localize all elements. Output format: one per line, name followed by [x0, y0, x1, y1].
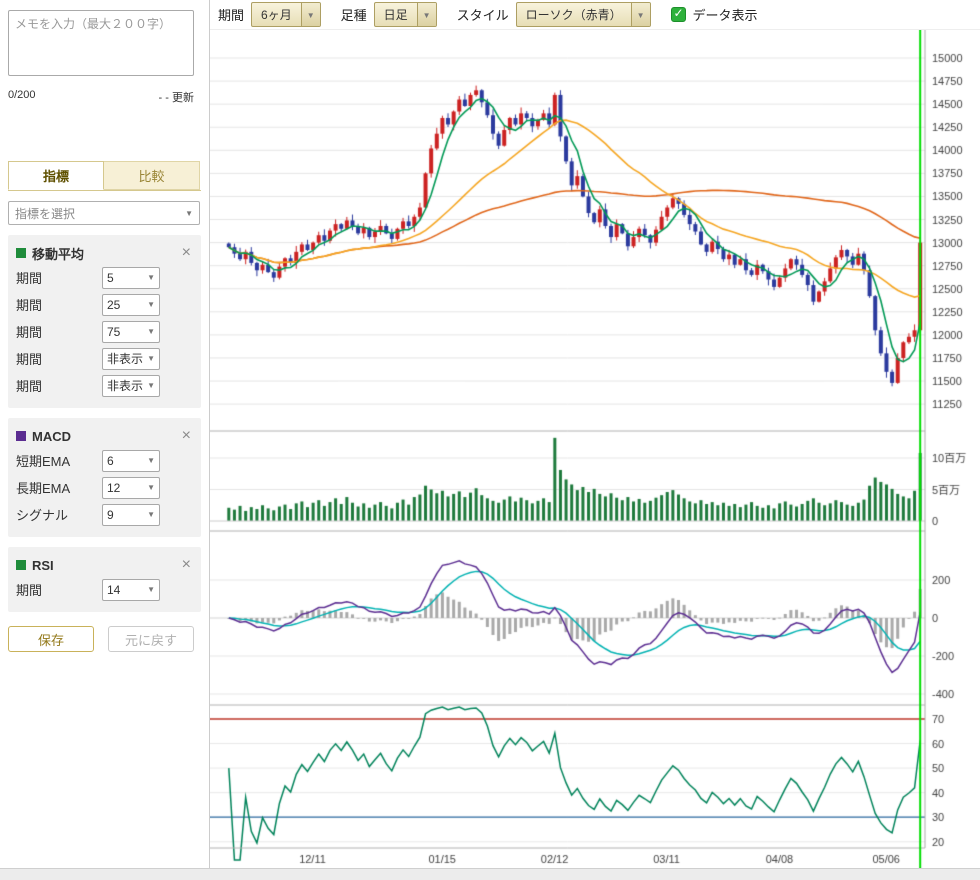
chevron-down-icon	[637, 11, 645, 20]
param-label: 期間	[16, 322, 102, 341]
chevron-down-icon	[147, 327, 155, 336]
param-label: 短期EMA	[16, 451, 102, 470]
ma-period-1-select[interactable]: 5	[102, 267, 160, 289]
ma-period-3-select[interactable]: 75	[102, 321, 160, 343]
macd-long-ema-select[interactable]: 12	[102, 477, 160, 499]
chevron-down-icon	[147, 273, 155, 282]
panel-title: 移動平均	[32, 244, 180, 263]
period-dropdown[interactable]: 6ヶ月	[251, 2, 321, 27]
chevron-down-icon	[423, 11, 431, 20]
chevron-down-icon	[147, 510, 155, 519]
data-display-checkbox[interactable]	[671, 7, 686, 22]
chevron-down-icon	[147, 483, 155, 492]
sidebar-tabs: 指標 比較	[8, 161, 201, 191]
bottom-scroll-strip[interactable]	[0, 868, 980, 880]
panel-rsi: RSI 期間 14	[8, 547, 201, 612]
ma-color-swatch-icon	[16, 248, 26, 258]
stock-chart-canvas[interactable]	[210, 30, 980, 880]
param-label: 期間	[16, 268, 102, 287]
panel-moving-average: 移動平均 期間 5 期間 25 期間 75 期間 非表示 期間 非表示	[8, 235, 201, 408]
chevron-down-icon	[147, 300, 155, 309]
rsi-period-select[interactable]: 14	[102, 579, 160, 601]
panel-title: MACD	[32, 429, 180, 444]
macd-short-ema-select[interactable]: 6	[102, 450, 160, 472]
chevron-down-icon	[147, 585, 155, 594]
rsi-color-swatch-icon	[16, 560, 26, 570]
style-dropdown[interactable]: ローソク（赤青）	[516, 2, 651, 27]
bartype-label: 足種	[341, 5, 367, 24]
param-label: 期間	[16, 349, 102, 368]
bartype-dropdown[interactable]: 日足	[374, 2, 437, 27]
chevron-down-icon	[147, 456, 155, 465]
reset-button[interactable]: 元に戻す	[108, 626, 194, 652]
ma-period-5-select[interactable]: 非表示	[102, 375, 160, 397]
param-label: 長期EMA	[16, 478, 102, 497]
panel-macd: MACD 短期EMA 6 長期EMA 12 シグナル 9	[8, 418, 201, 537]
chevron-down-icon	[147, 354, 155, 363]
chart-toolbar: 期間 6ヶ月 足種 日足 スタイル ローソク（赤青） データ表示	[210, 0, 980, 30]
sidebar: 0/200 - - 更新 指標 比較 指標を選択 移動平均 期間 5 期間 25…	[0, 0, 210, 880]
memo-counter: 0/200	[8, 89, 36, 105]
close-icon[interactable]	[180, 558, 193, 572]
memo-update-label[interactable]: - - 更新	[159, 89, 194, 105]
period-label: 期間	[218, 5, 244, 24]
panel-title: RSI	[32, 558, 180, 573]
indicator-select-placeholder: 指標を選択	[15, 205, 75, 222]
memo-input[interactable]	[8, 10, 194, 76]
data-display-label: データ表示	[693, 5, 758, 24]
macd-signal-select[interactable]: 9	[102, 504, 160, 526]
stock-chart-app: 0/200 - - 更新 指標 比較 指標を選択 移動平均 期間 5 期間 25…	[0, 0, 980, 880]
chevron-down-icon	[147, 381, 155, 390]
chevron-down-icon	[185, 209, 193, 218]
tab-indicators[interactable]: 指標	[8, 161, 104, 190]
close-icon[interactable]	[180, 246, 193, 260]
close-icon[interactable]	[180, 429, 193, 443]
ma-period-2-select[interactable]: 25	[102, 294, 160, 316]
param-label: 期間	[16, 295, 102, 314]
param-label: シグナル	[16, 505, 102, 524]
param-label: 期間	[16, 376, 102, 395]
macd-color-swatch-icon	[16, 431, 26, 441]
tab-compare[interactable]: 比較	[104, 161, 200, 190]
style-label: スタイル	[457, 5, 509, 24]
chevron-down-icon	[307, 11, 315, 20]
save-button[interactable]: 保存	[8, 626, 94, 652]
param-label: 期間	[16, 580, 102, 599]
ma-period-4-select[interactable]: 非表示	[102, 348, 160, 370]
indicator-select[interactable]: 指標を選択	[8, 201, 200, 225]
chart-region	[210, 30, 980, 880]
